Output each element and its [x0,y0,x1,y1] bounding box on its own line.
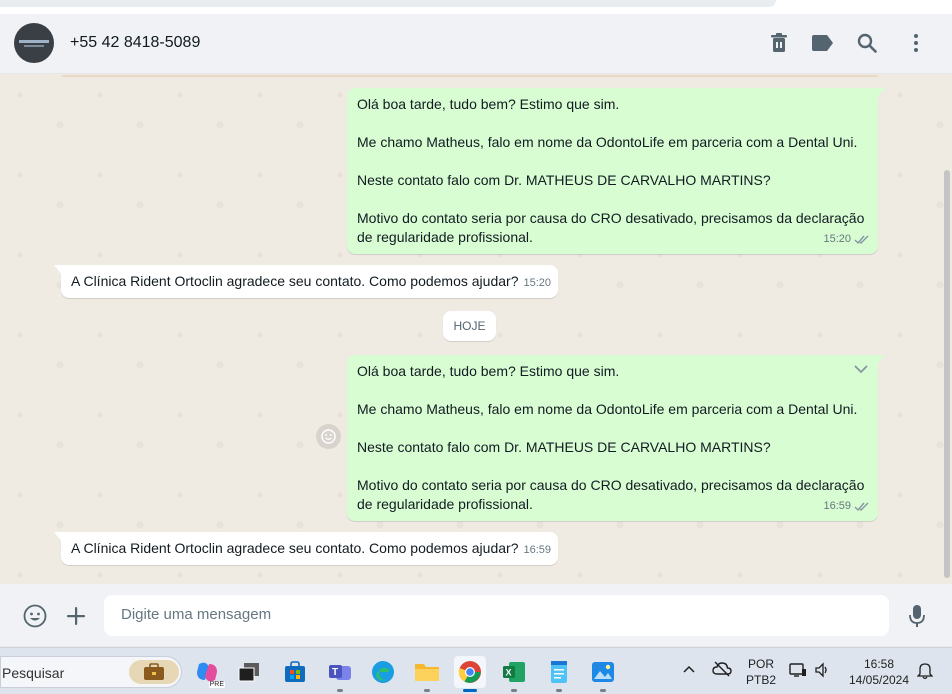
message-time: 16:59 [823,500,851,512]
message-time: 15:20 [823,233,851,245]
message-text: Motivo do contato seria por causa do CRO… [357,210,865,245]
bubble-tail [877,88,885,98]
read-ticks-icon [854,502,869,512]
message-time: 16:59 [523,544,551,556]
copilot-icon[interactable]: PRE [191,656,225,688]
running-indicator [511,689,517,692]
clock-date: 14/05/2024 [848,673,910,687]
chat-scrollbar[interactable] [944,170,950,578]
running-indicator [600,689,606,692]
message-options-chevron-icon[interactable] [854,365,868,374]
microphone-icon[interactable] [903,602,931,630]
running-indicator [556,689,562,692]
browser-tab-bar [0,0,776,7]
briefcase-icon [129,660,179,684]
notepad-icon[interactable] [543,656,575,692]
message-text: Me chamo Matheus, falo em nome da Odonto… [357,134,858,150]
message-time: 15:20 [523,277,551,289]
network-icon[interactable] [789,662,807,681]
volume-icon[interactable] [814,662,830,681]
chat-area[interactable]: Olá boa tarde, tudo bem? Estimo que sim.… [0,75,952,584]
chat-header[interactable]: +55 42 8418-5089 [0,14,952,74]
attach-plus-icon[interactable] [62,602,90,630]
browser-top-strip [0,0,952,14]
message-input[interactable]: Digite uma mensagem [104,595,889,636]
delete-icon[interactable] [766,30,792,56]
message-text: A Clínica Rident Ortoclin agradece seu c… [71,273,519,289]
running-indicator [424,689,430,692]
menu-icon[interactable] [903,30,929,56]
emoji-icon[interactable] [21,602,49,630]
language-indicator[interactable]: POR PTB2 [746,656,776,688]
avatar-logo-mark-2 [24,45,44,47]
active-indicator [463,689,477,692]
previous-message-edge [62,75,878,77]
taskbar-search[interactable]: Pesquisar [0,656,182,688]
photos-icon[interactable] [587,656,619,692]
teams-icon[interactable]: T [324,656,356,692]
running-indicator [337,689,343,692]
copilot-badge: PRE [208,681,225,688]
message-meta: 15:20 [523,274,551,293]
message-text: Olá boa tarde, tudo bem? Estimo que sim. [357,96,620,112]
message-meta: 16:59 [523,541,551,560]
bubble-tail [54,265,62,275]
windows-taskbar: Pesquisar PRE T X POR PTB2 16:58 14/05/2… [0,647,952,694]
chrome-icon[interactable] [454,656,486,692]
message-composer: Digite uma mensagem [0,584,952,646]
message-meta: 16:59 [823,497,870,516]
system-clock[interactable]: 16:58 14/05/2024 [843,656,915,688]
language-label: POR [747,657,774,671]
message-meta: 15:20 [823,230,870,249]
date-divider: HOJE [443,311,496,341]
message-text: Me chamo Matheus, falo em nome da Odonto… [357,401,858,417]
svg-text:X: X [506,668,512,678]
emoji-reaction-icon[interactable] [316,424,341,449]
outgoing-message[interactable]: Olá boa tarde, tudo bem? Estimo que sim.… [347,88,885,254]
message-text: Neste contato falo com Dr. MATHEUS DE CA… [357,172,771,188]
task-view-icon[interactable] [233,656,265,688]
notification-bell-icon[interactable] [916,662,934,683]
keyboard-label: PTB2 [746,673,777,687]
edge-icon[interactable] [367,656,399,688]
contact-avatar[interactable] [14,23,54,63]
incoming-message[interactable]: A Clínica Rident Ortoclin agradece seu c… [54,265,558,298]
label-icon[interactable] [810,30,836,56]
bubble-tail [877,355,885,365]
contact-name[interactable]: +55 42 8418-5089 [70,34,200,52]
search-icon[interactable] [854,30,880,56]
taskbar-search-label: Pesquisar [2,665,65,681]
message-text: Motivo do contato seria por causa do CRO… [357,477,865,512]
clock-time: 16:58 [863,657,895,671]
avatar-logo-mark [19,40,49,43]
show-hidden-icons-chevron-icon[interactable] [683,662,695,676]
excel-icon[interactable]: X [498,656,530,692]
incoming-message[interactable]: A Clínica Rident Ortoclin agradece seu c… [54,532,558,565]
onedrive-offline-icon[interactable] [712,661,732,680]
file-explorer-icon[interactable] [411,656,443,692]
outgoing-message[interactable]: Olá boa tarde, tudo bem? Estimo que sim.… [347,355,885,521]
message-text: Neste contato falo com Dr. MATHEUS DE CA… [357,439,771,455]
microsoft-store-icon[interactable] [279,656,311,688]
bubble-tail [54,532,62,542]
message-text: A Clínica Rident Ortoclin agradece seu c… [71,540,519,556]
svg-text:T: T [332,667,338,678]
read-ticks-icon [854,235,869,245]
message-text: Olá boa tarde, tudo bem? Estimo que sim. [357,363,620,379]
